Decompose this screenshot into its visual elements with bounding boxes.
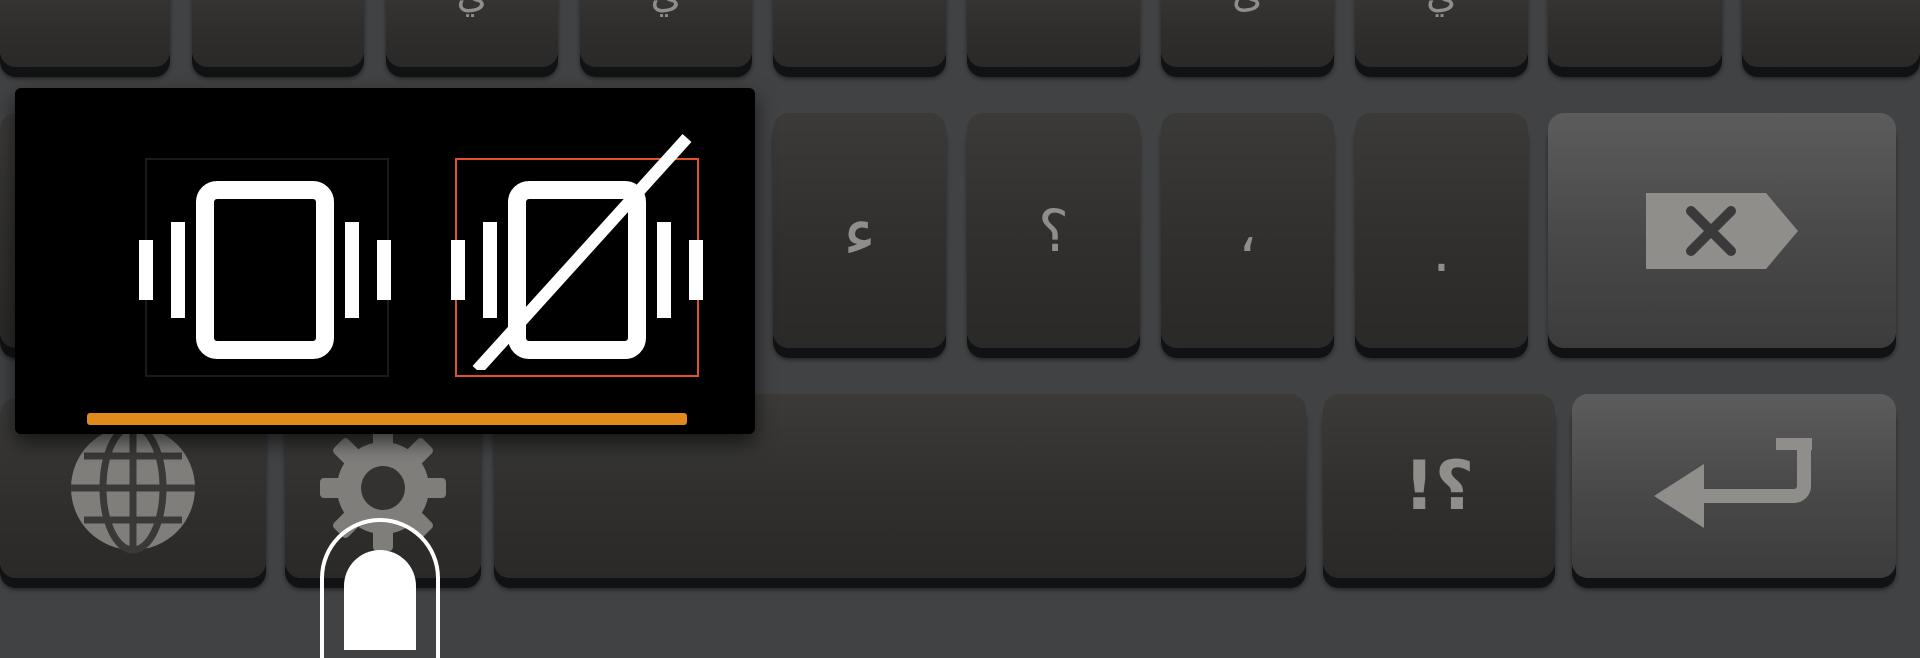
top-key-10[interactable] (1742, 0, 1920, 67)
top-key-6[interactable] (967, 0, 1140, 67)
top-key-7[interactable]: ئ (1161, 0, 1334, 67)
backspace-button[interactable] (1548, 113, 1896, 348)
backspace-icon (1646, 192, 1798, 269)
top-key-4[interactable]: ي (580, 0, 752, 67)
globe-icon (71, 422, 195, 554)
key-comma[interactable]: ، (1161, 113, 1334, 348)
key-hamza[interactable]: ء (773, 113, 946, 348)
vibrate-off-option[interactable] (451, 133, 703, 377)
enter-button[interactable] (1572, 394, 1896, 578)
symbols-button[interactable]: !؟ (1323, 394, 1555, 578)
vibrate-toggle-popup (15, 88, 755, 434)
vibrate-icon (139, 181, 391, 359)
top-key-1[interactable] (0, 0, 170, 67)
enter-icon (1654, 438, 1812, 528)
touch-indicator-dot (344, 550, 416, 650)
top-key-2[interactable] (192, 0, 364, 67)
top-key-9[interactable] (1548, 0, 1722, 67)
top-key-8[interactable]: ي (1355, 0, 1528, 67)
key-question-mark[interactable]: ؟ (967, 113, 1140, 348)
vibrate-on-option[interactable] (139, 158, 391, 377)
vibrate-off-icon (451, 133, 703, 370)
key-period[interactable]: . (1355, 113, 1528, 348)
top-key-5[interactable] (773, 0, 946, 67)
top-key-3[interactable]: ي (386, 0, 558, 67)
selection-indicator (87, 413, 687, 425)
